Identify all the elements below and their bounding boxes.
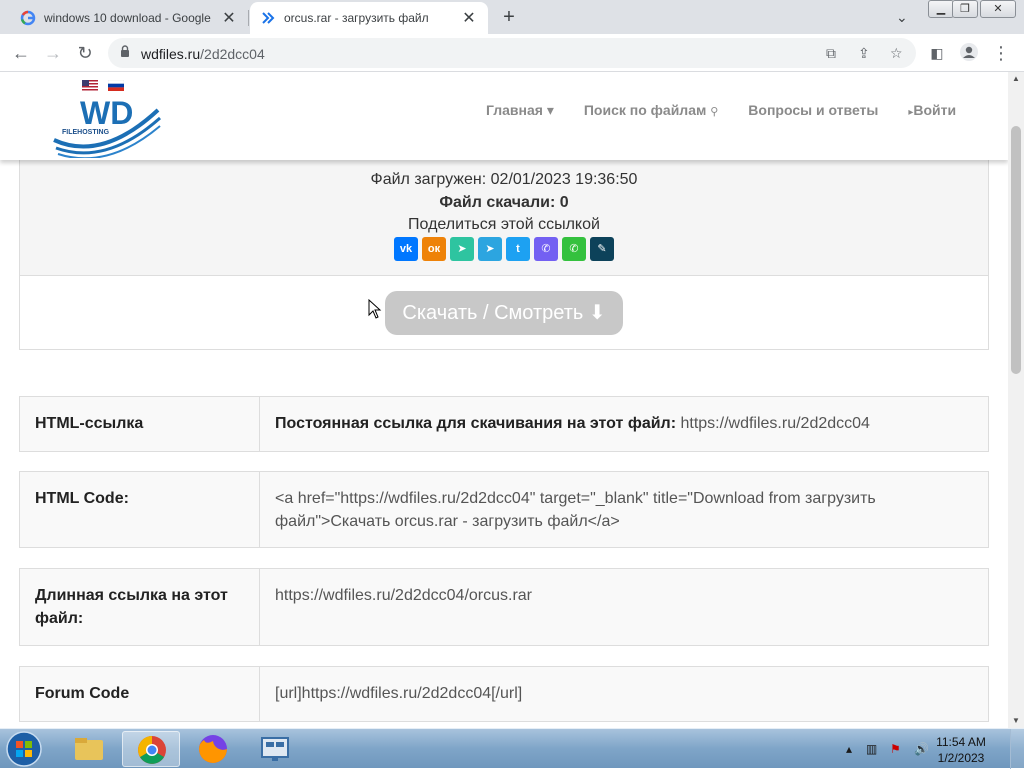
- logo-subtext: FILEHOSTING: [62, 129, 110, 136]
- uploaded-line: Файл загружен: 02/01/2023 19:36:50: [20, 171, 988, 189]
- livejournal-share-icon[interactable]: ✎: [590, 237, 614, 261]
- row-value[interactable]: [url]https://wdfiles.ru/2d2dcc04[/url]: [260, 667, 988, 721]
- row-label: Длинная ссылка на этот файл:: [20, 569, 260, 645]
- row-label: HTML-ссылка: [20, 397, 260, 451]
- mouse-cursor-icon: [368, 299, 382, 319]
- row-value-text: [url]https://wdfiles.ru/2d2dcc04[/url]: [275, 685, 523, 702]
- page-scrollbar[interactable]: ▲ ▼: [1008, 72, 1024, 728]
- nav-home[interactable]: Главная ▾: [486, 102, 554, 119]
- twitter-share-icon[interactable]: t: [506, 237, 530, 261]
- table-row-long-link: Длинная ссылка на этот файл: https://wdf…: [19, 568, 989, 646]
- url-path: /2d2dcc04: [200, 46, 265, 62]
- search-icon: ⚲: [710, 106, 719, 118]
- scroll-down-arrow[interactable]: ▼: [1008, 714, 1024, 728]
- nav-file-search-label: Поиск по файлам: [583, 102, 707, 118]
- browser-toolbar: ← → ↻ wdfiles.ru/2d2dcc04 ⧉ ⇪ ☆ ◧ ⋮: [0, 34, 1024, 72]
- chrome-icon[interactable]: [122, 731, 180, 767]
- row-value[interactable]: https://wdfiles.ru/2d2dcc04/orcus.rar: [260, 569, 988, 645]
- uploaded-label: Файл загружен:: [370, 171, 487, 188]
- translate-icon[interactable]: ⧉: [826, 45, 836, 62]
- wd-logo[interactable]: WD FILEHOSTING: [52, 92, 162, 158]
- main-nav: Главная ▾ Поиск по файлам ⚲ Вопросы и от…: [486, 102, 986, 119]
- system-clock[interactable]: 11:54 AM 1/2/2023: [926, 734, 996, 766]
- row-value[interactable]: Постоянная ссылка для скачивания на этот…: [260, 397, 988, 451]
- restore-button[interactable]: ❐: [952, 0, 978, 18]
- chevron-up-icon[interactable]: ▴: [846, 742, 852, 756]
- profile-avatar-icon[interactable]: [958, 42, 980, 64]
- new-tab-button[interactable]: +: [498, 6, 520, 28]
- uploaded-value: 02/01/2023 19:36:50: [490, 171, 638, 188]
- minimize-button[interactable]: ▁: [928, 0, 954, 18]
- url-domain: wdfiles.ru: [141, 46, 201, 62]
- tab-title: windows 10 download - Google: [44, 11, 211, 25]
- close-window-button[interactable]: ✕: [980, 0, 1016, 18]
- table-row-forum-code: Forum Code [url]https://wdfiles.ru/2d2dc…: [19, 666, 989, 722]
- row-label: HTML Code:: [20, 472, 260, 547]
- row-value-text: https://wdfiles.ru/2d2dcc04/orcus.rar: [275, 587, 533, 604]
- row-value-text: https://wdfiles.ru/2d2dcc04: [676, 415, 870, 432]
- odnoklassniki-share-icon[interactable]: ок: [422, 237, 446, 261]
- tab-strip: windows 10 download - Google ✕ orcus.rar…: [0, 0, 1024, 34]
- viber-share-icon[interactable]: ✆: [534, 237, 558, 261]
- url-text: wdfiles.ru/2d2dcc04: [141, 46, 265, 62]
- moimir-share-icon[interactable]: ➤: [450, 237, 474, 261]
- site-header: WD FILEHOSTING Главная ▾ Поиск по файлам…: [0, 72, 1008, 160]
- nav-login-label: Войти: [913, 102, 957, 118]
- row-label: Forum Code: [20, 667, 260, 721]
- remote-desktop-icon[interactable]: [246, 731, 304, 767]
- nav-faq[interactable]: Вопросы и ответы: [748, 102, 878, 119]
- nav-login[interactable]: ▸Войти: [908, 102, 956, 119]
- row-value-bold: Постоянная ссылка для скачивания на этот…: [275, 415, 677, 432]
- share-label: Поделиться этой ссылкой: [408, 216, 600, 233]
- clock-date: 1/2/2023: [937, 751, 985, 765]
- explorer-icon[interactable]: [60, 731, 118, 767]
- chevron-down-icon[interactable]: ⌄: [896, 9, 908, 26]
- tab-wdfiles[interactable]: orcus.rar - загрузить файл ✕: [250, 2, 488, 34]
- tab-title: orcus.rar - загрузить файл: [284, 11, 429, 25]
- scroll-up-arrow[interactable]: ▲: [1008, 72, 1024, 86]
- downloads-label: Файл скачали:: [439, 194, 556, 211]
- tab-google-search[interactable]: windows 10 download - Google ✕: [10, 2, 248, 34]
- downloads-line: Файл скачали: 0: [20, 194, 988, 212]
- lock-icon: [121, 45, 129, 57]
- logo-text: WD: [80, 95, 133, 131]
- windows-start-button[interactable]: [2, 730, 46, 768]
- table-row-html-link: HTML-ссылка Постоянная ссылка для скачив…: [19, 396, 989, 452]
- tab-separator: [248, 10, 249, 26]
- row-value[interactable]: <a href="https://wdfiles.ru/2d2dcc04" ta…: [260, 472, 988, 547]
- reload-button[interactable]: ↻: [74, 42, 96, 64]
- vk-share-icon[interactable]: vk: [394, 237, 418, 261]
- download-button[interactable]: Скачать / Смотреть ⬇: [385, 291, 623, 335]
- menu-kebab-icon[interactable]: ⋮: [990, 42, 1012, 64]
- scroll-thumb[interactable]: [1011, 126, 1021, 374]
- file-info-panel: Файл загружен: 02/01/2023 19:36:50 Файл …: [19, 132, 989, 350]
- forward-button[interactable]: →: [42, 42, 64, 64]
- wdfiles-icon: [262, 12, 275, 24]
- bookmark-star-icon[interactable]: ☆: [890, 45, 903, 62]
- network-icon[interactable]: ▥: [866, 742, 877, 756]
- close-icon[interactable]: ✕: [220, 8, 238, 28]
- nav-file-search[interactable]: Поиск по файлам ⚲: [584, 102, 718, 119]
- back-button[interactable]: ←: [10, 42, 32, 64]
- action-center-icon[interactable]: ⚑: [890, 742, 901, 756]
- close-icon[interactable]: ✕: [460, 8, 478, 28]
- row-value-text: <a href="https://wdfiles.ru/2d2dcc04" ta…: [275, 490, 876, 530]
- downloads-value: 0: [559, 194, 569, 211]
- table-row-html-code: HTML Code: <a href="https://wdfiles.ru/2…: [19, 471, 989, 548]
- clock-time: 11:54 AM: [936, 735, 986, 749]
- whatsapp-share-icon[interactable]: ✆: [562, 237, 586, 261]
- page-content: WD FILEHOSTING Главная ▾ Поиск по файлам…: [0, 72, 1008, 728]
- social-share-buttons: vk ок ➤ ➤ t ✆ ✆ ✎: [394, 237, 618, 261]
- ru-flag-icon[interactable]: [108, 80, 124, 91]
- show-desktop-button[interactable]: [1010, 729, 1024, 769]
- share-icon[interactable]: ⇪: [858, 45, 870, 62]
- side-panel-icon[interactable]: ◧: [926, 42, 948, 64]
- windows-taskbar: ▴ ▥ ⚑ 🔊 11:54 AM 1/2/2023: [0, 728, 1024, 769]
- firefox-icon[interactable]: [184, 731, 242, 767]
- us-flag-icon[interactable]: [82, 80, 98, 91]
- address-bar[interactable]: wdfiles.ru/2d2dcc04 ⧉ ⇪ ☆: [108, 38, 916, 68]
- google-icon: [20, 10, 36, 26]
- telegram-share-icon[interactable]: ➤: [478, 237, 502, 261]
